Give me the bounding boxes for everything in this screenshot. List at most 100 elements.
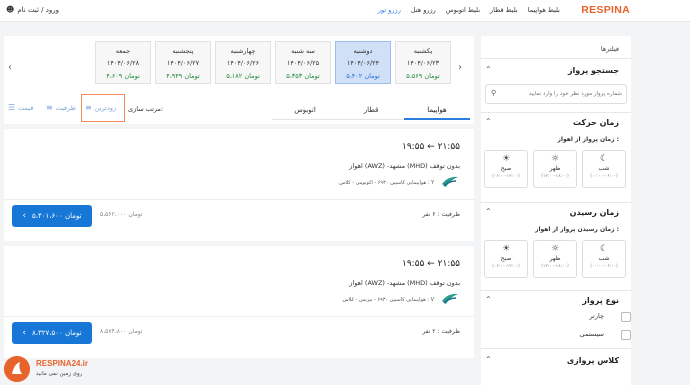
nav-hotel[interactable]: رزرو هتل	[411, 6, 436, 14]
departure-heading: زمان حرکت	[572, 118, 619, 127]
date-price: ۵،۳۵۳ تومان	[286, 72, 320, 80]
date-day: پنجشنبه	[172, 47, 194, 55]
sunrise-icon: ☀	[501, 154, 511, 164]
next-dates-chevron-icon[interactable]: ›	[458, 62, 462, 73]
date-cell[interactable]: دوشنبه ۱۴۰۴/۰۶/۲۴ ۵،۴۰۲ تومان	[335, 41, 391, 84]
flight-route: اهواز (AWZ) -مشهد (MHD) بدون توقف	[349, 279, 460, 287]
moon-icon: ☾	[599, 244, 609, 254]
flight-number-input[interactable]	[502, 88, 622, 100]
date-value: ۱۴۰۴/۰۶/۲۳	[406, 59, 440, 67]
charter-label: چارتر	[589, 312, 604, 320]
time-slot-1[interactable]: ☼ ظهر (۱۲:۰۰-۱۸:۰۰)	[533, 240, 577, 278]
nav-train[interactable]: بلیط قطار	[490, 6, 518, 14]
user-icon: ☻	[6, 5, 15, 14]
flight-card: ۱۹:۵۵ ← ۲۱:۵۵ اهواز (AWZ) -مشهد (MHD) بد…	[4, 129, 474, 241]
date-day: دوشنبه	[353, 47, 373, 55]
date-value: ۱۴۰۴/۰۶/۲۴	[346, 59, 380, 67]
prev-dates-chevron-icon[interactable]: ‹	[8, 62, 12, 73]
date-cell[interactable]: سه شنبه ۱۴۰۴/۰۶/۲۵ ۵،۳۵۳ تومان	[275, 41, 331, 84]
date-day: جمعه	[115, 47, 131, 55]
date-cell[interactable]: جمعه ۱۴۰۴/۰۶/۲۸ ۴،۶۰۹ تومان	[95, 41, 151, 84]
departure-sub: زمان پرواز از اهواز :	[557, 136, 619, 143]
airline-logo-icon	[442, 176, 458, 187]
date-value: ۱۴۰۴/۰۶/۲۸	[106, 59, 140, 67]
filters-title: فیلترها	[600, 45, 619, 53]
watermark-slogan: روی زمین نمی مانید	[36, 371, 83, 377]
date-value: ۱۴۰۴/۰۶/۲۵	[286, 59, 320, 67]
flight-route: اهواز (AWZ) -مشهد (MHD) بدون توقف	[349, 162, 460, 170]
slot-range: (۰۶:۰۰-۱۲:۰۰)	[492, 264, 520, 269]
slot-name: صبح	[500, 165, 512, 172]
time-slot-2[interactable]: ☀ صبح (۰۶:۰۰-۱۲:۰۰)	[484, 240, 528, 278]
divider	[481, 58, 631, 59]
watermark: RESPINA24.ir روی زمین نمی مانید	[4, 355, 114, 383]
date-cell[interactable]: یکشنبه ۱۴۰۴/۰۶/۲۳ ۵،۵۶۹ تومان	[395, 41, 451, 84]
flight-card: ۱۹:۵۵ ← ۲۱:۵۵ اهواز (AWZ) -مشهد (MHD) بد…	[4, 246, 474, 358]
time-slot-0[interactable]: ☾ شب (۰۰:۰۰-۰۶:۰۰)	[582, 240, 626, 278]
chevron-up-icon[interactable]: ⌃	[485, 65, 492, 74]
sort-price-label: قیمت	[18, 103, 34, 112]
date-price: ۵،۱۸۲ تومان	[226, 72, 260, 80]
slot-range: (۰۰:۰۰-۰۶:۰۰)	[590, 174, 618, 179]
time-slot-0[interactable]: ☾ شب (۰۰:۰۰-۰۶:۰۰)	[582, 150, 626, 188]
slot-range: (۱۲:۰۰-۱۸:۰۰)	[541, 174, 569, 179]
date-price: ۴،۶۰۹ تومان	[106, 72, 140, 80]
moon-icon: ☾	[599, 154, 609, 164]
select-flight-button[interactable]: ‹ ۸،۳۲۷،۵۰۰ تومان	[12, 322, 92, 344]
chevron-up-icon[interactable]: ⌃	[485, 207, 492, 216]
date-day: چهارشنبه	[230, 47, 256, 55]
sun-icon: ☼	[550, 154, 560, 164]
tab-flight[interactable]: هواپیما	[404, 101, 470, 120]
divider	[481, 348, 631, 349]
chevron-left-icon: ‹	[22, 211, 26, 221]
sort-lines-icon: ≡	[46, 103, 53, 112]
airline-info: هواپیمایی کاسپین ۶۹۳۰ - اکونومی - کلاس :…	[339, 180, 434, 186]
flight-time: ۱۹:۵۵ ← ۲۱:۵۵	[402, 259, 460, 269]
tab-bus[interactable]: اتوبوس	[272, 101, 338, 120]
date-cell[interactable]: پنجشنبه ۱۴۰۴/۰۶/۲۷ ۴،۹۴۹ تومان	[155, 41, 211, 84]
brand-logo[interactable]: RESPINA	[581, 4, 630, 16]
date-price: ۵،۵۶۹ تومان	[406, 72, 440, 80]
login-label: ورود / ثبت نام	[17, 5, 59, 14]
date-cell[interactable]: چهارشنبه ۱۴۰۴/۰۶/۲۶ ۵،۱۸۲ تومان	[215, 41, 271, 84]
arrival-heading: زمان رسیدن	[569, 208, 619, 217]
slot-name: شب	[598, 255, 610, 262]
charter-checkbox[interactable]	[621, 312, 631, 322]
select-flight-button[interactable]: ‹ ۵،۴۰۱،۶۰۰ تومان	[12, 205, 92, 227]
divider	[481, 202, 631, 203]
sort-capacity-label: ظرفیت	[55, 103, 76, 112]
slot-name: شب	[598, 165, 610, 172]
airline-info: هواپیمایی کاسپین ۶۹۳۰ - بیزنس - کلاس : V	[342, 297, 434, 303]
slot-name: صبح	[500, 255, 512, 262]
time-slot-1[interactable]: ☼ ظهر (۱۲:۰۰-۱۸:۰۰)	[533, 150, 577, 188]
nav-tour[interactable]: رزرو تور	[378, 6, 401, 14]
date-value: ۱۴۰۴/۰۶/۲۷	[166, 59, 200, 67]
slot-name: ظهر	[549, 255, 561, 262]
main-nav: بلیط هواپیما بلیط قطار بلیط اتوبوس رزرو …	[378, 6, 560, 14]
chevron-up-icon[interactable]: ⌃	[485, 117, 492, 126]
slot-range: (۱۲:۰۰-۱۸:۰۰)	[541, 264, 569, 269]
search-icon: ⚲	[491, 89, 497, 97]
arrival-sub: زمان رسیدن پرواز از اهواز :	[534, 226, 619, 233]
chevron-up-icon[interactable]: ⌃	[485, 295, 492, 304]
sort-price[interactable]: ☰ قیمت	[8, 103, 33, 112]
sunrise-icon: ☀	[501, 244, 511, 254]
old-price: ۵،۵۶۲،۰۰۰ تومان	[100, 211, 143, 218]
systemic-checkbox[interactable]	[621, 330, 631, 340]
airline-logo-icon	[442, 293, 458, 304]
flight-number-search: ⚲	[485, 84, 627, 104]
sort-capacity[interactable]: ≡ ظرفیت	[46, 103, 76, 112]
login-link[interactable]: ☻ ورود / ثبت نام	[6, 5, 59, 14]
sort-bars-icon: ☰	[8, 103, 16, 112]
tab-train[interactable]: قطار	[338, 101, 404, 120]
card-divider	[4, 199, 474, 200]
slot-name: ظهر	[549, 165, 561, 172]
flight-type-heading: نوع پرواز	[582, 296, 619, 305]
time-slot-2[interactable]: ☀ صبح (۰۶:۰۰-۱۲:۰۰)	[484, 150, 528, 188]
sort-label: مرتب سازی:	[128, 105, 164, 113]
nav-bus[interactable]: بلیط اتوبوس	[446, 6, 480, 14]
nav-flight[interactable]: بلیط هواپیما	[528, 6, 560, 14]
chevron-up-icon[interactable]: ⌃	[485, 355, 492, 364]
price-label: ۸،۳۲۷،۵۰۰ تومان	[31, 329, 82, 337]
date-value: ۱۴۰۴/۰۶/۲۶	[226, 59, 260, 67]
